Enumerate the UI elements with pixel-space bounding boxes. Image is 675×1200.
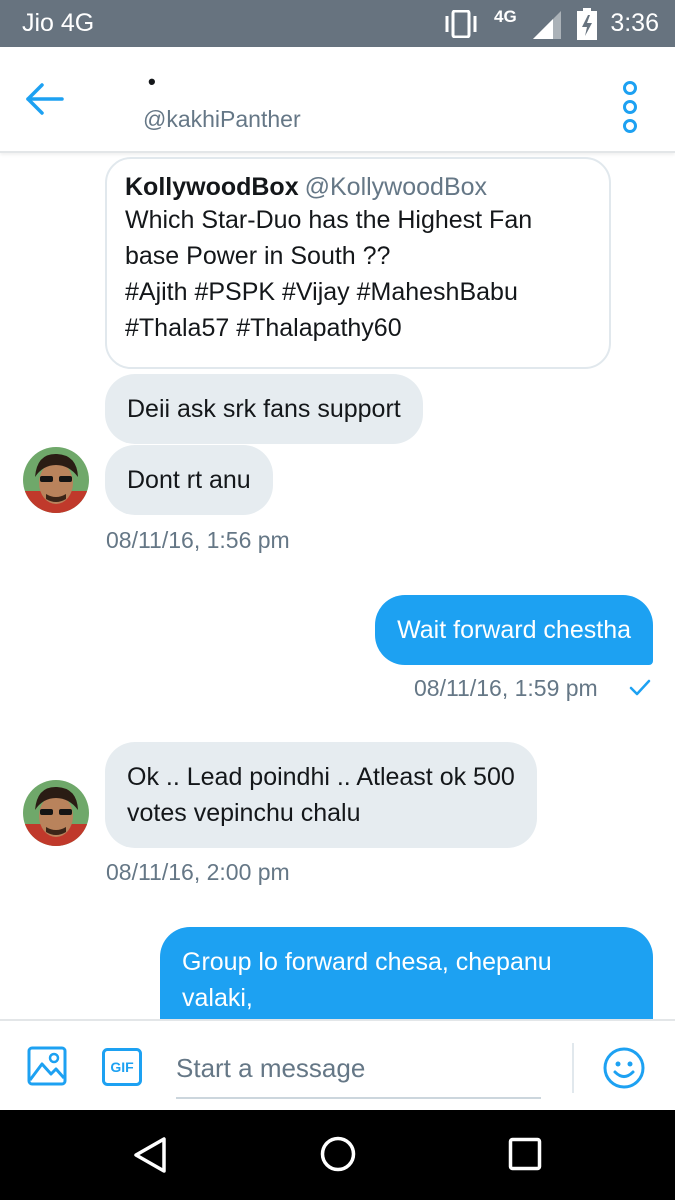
avatar-photo [23,447,89,513]
message-text: Dont rt anu [127,466,251,494]
quoted-tweet-line: Which Star-Duo has the Highest Fan [125,206,533,234]
message-timestamp: 08/11/16, 1:56 pm [106,527,290,553]
outgoing-message-bubble[interactable]: Wait forward chestha [375,595,653,665]
avatar-photo [23,780,89,846]
vertical-dots-icon [623,81,637,133]
image-icon [27,1046,67,1086]
clock-time: 3:36 [610,9,659,37]
message-input[interactable] [176,1039,541,1099]
quoted-tweet-handle: @KollywoodBox [304,173,488,201]
message-thread[interactable]: KollywoodBox @KollywoodBox Which Star-Duo… [0,155,675,1019]
quoted-tweet-text: Which Star-Duo has the Highest Fan base … [125,202,591,346]
avatar[interactable] [23,447,89,513]
message-text: Deii ask srk fans support [127,395,401,423]
quoted-tweet-line: #Thala57 #Thalapathy60 [125,314,402,342]
incoming-message-bubble[interactable]: Deii ask srk fans support [105,374,423,444]
more-options-button[interactable] [618,78,642,142]
message-text-line: Ok .. Lead poindhi .. Atleast ok 500 [127,763,515,791]
outgoing-message-bubble[interactable]: Group lo forward chesa, chepanu valaki, [160,927,653,1019]
message-text-line: votes vepinchu chalu [127,799,361,827]
nav-back-icon[interactable] [133,1136,167,1174]
add-gif-button[interactable]: GIF [102,1048,142,1086]
arrow-left-icon [26,83,64,115]
message-composer: GIF [0,1019,675,1110]
smiley-icon [603,1047,645,1089]
contact-handle: @kakhiPanther [143,106,301,132]
carrier-label: Jio 4G [22,9,95,37]
system-navigation-bar [0,1110,675,1200]
message-text: Wait forward chestha [397,616,631,644]
dm-screen: Jio 4G 4G 3:36 • @kakhiPanther Kollywood… [0,0,675,1200]
incoming-message-bubble[interactable]: Ok .. Lead poindhi .. Atleast ok 500 vot… [105,742,537,848]
sent-check-icon [629,679,651,696]
message-text-line: valaki, [182,984,253,1012]
gif-label: GIF [110,1059,134,1075]
add-image-button[interactable] [27,1046,67,1086]
back-button[interactable] [24,81,66,117]
quoted-tweet-card[interactable]: KollywoodBox @KollywoodBox Which Star-Duo… [105,157,611,369]
quoted-tweet-line: base Power in South ?? [125,242,391,270]
message-timestamp: 08/11/16, 2:00 pm [106,859,290,885]
message-timestamp: 08/11/16, 1:59 pm [414,675,598,701]
emoji-button[interactable] [603,1047,645,1089]
signal-icon [533,11,561,39]
network-type-label: 4G [494,7,517,26]
conversation-header: • @kakhiPanther [0,47,675,153]
quoted-tweet-line: #Ajith #PSPK #Vijay #MaheshBabu [125,278,518,306]
battery-charging-icon [577,8,597,40]
incoming-message-bubble[interactable]: Dont rt anu [105,445,273,515]
quoted-tweet-author: KollywoodBox [125,173,299,201]
avatar[interactable] [23,780,89,846]
message-text-line: Group lo forward chesa, chepanu [182,948,552,976]
contact-name: • [148,69,156,94]
status-bar: Jio 4G 4G 3:36 [0,0,675,47]
composer-divider [572,1043,574,1093]
nav-home-icon[interactable] [319,1135,357,1173]
vibrate-icon [445,10,477,38]
nav-recents-icon[interactable] [508,1137,542,1171]
